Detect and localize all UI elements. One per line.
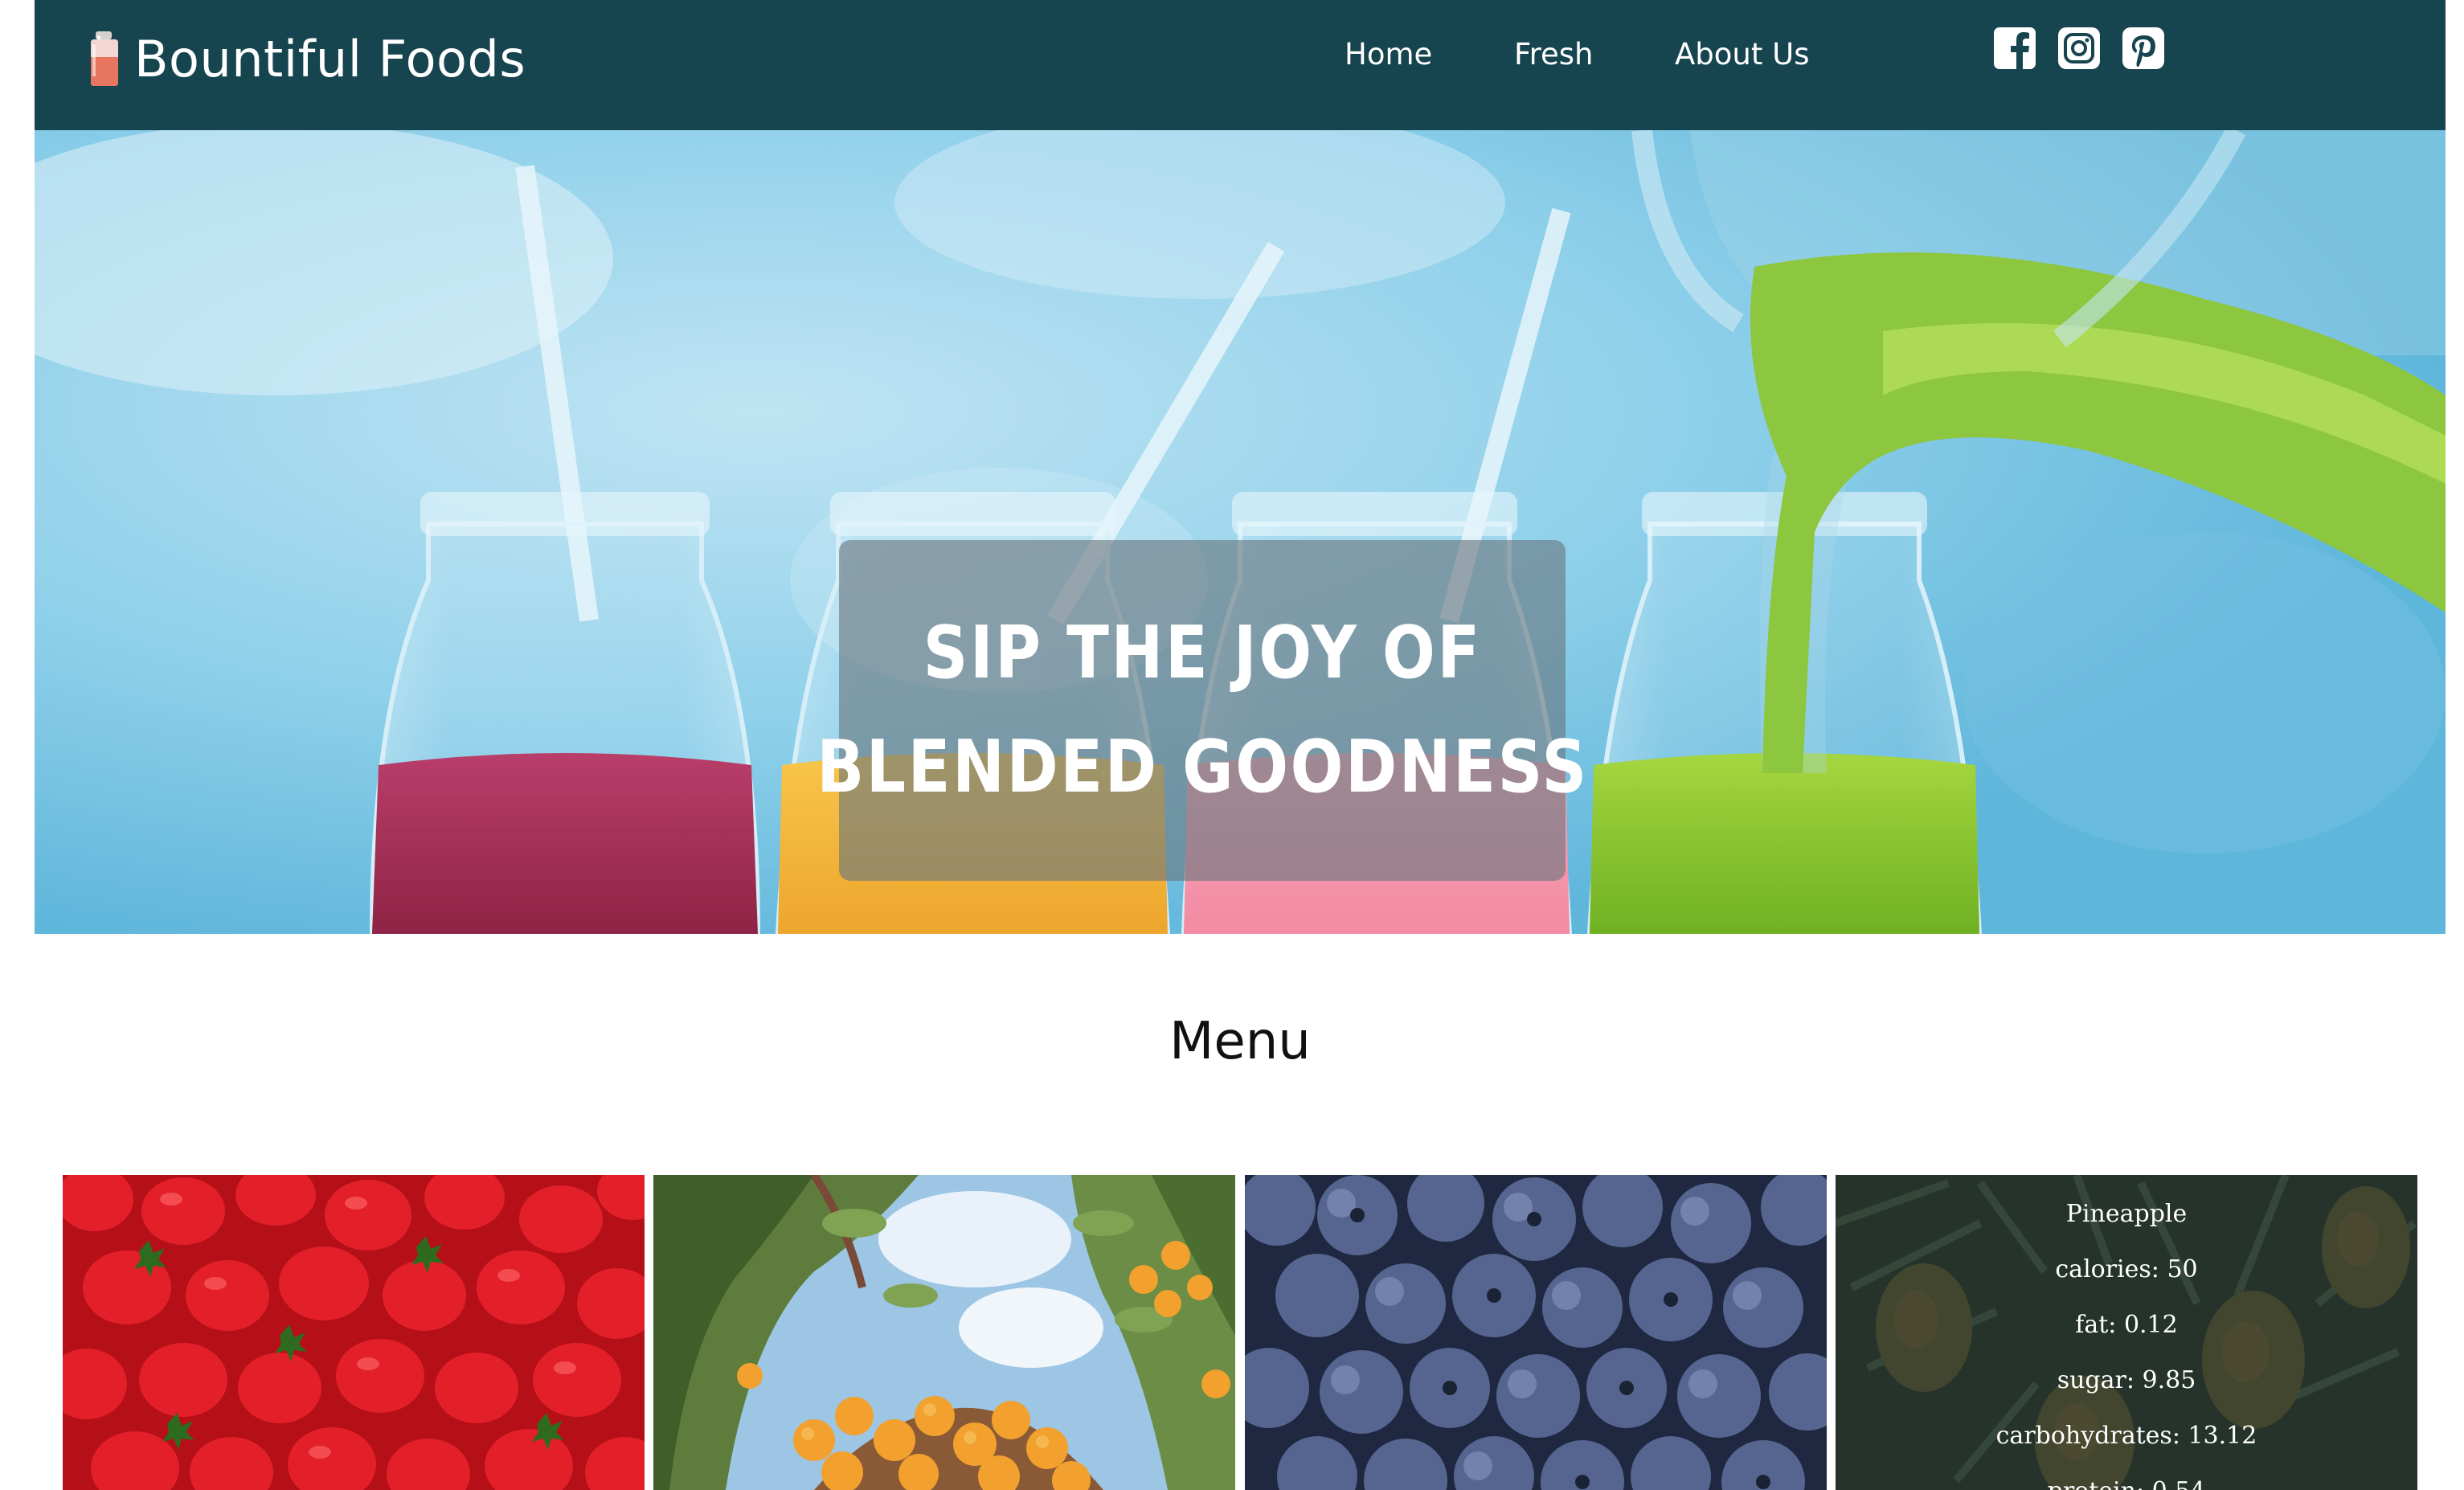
carbohydrates-value: carbohydrates: 13.12	[1995, 1422, 2257, 1450]
page: Bountiful Foods Home Fresh About Us SIP …	[0, 0, 2464, 1490]
pineapple-nutrition-info: Pineapple calories: 50 fat: 0.12 sugar: …	[1836, 1186, 2417, 1490]
hero-headline-card: SIP THE JOY OF BLENDED GOODNESS	[817, 540, 1586, 881]
menu-tile-blueberries[interactable]	[1245, 1175, 1827, 1490]
facebook-icon-graphic	[1994, 27, 2036, 69]
protein-value: protein: 0.54	[1836, 1463, 2417, 1490]
menu-heading: Menu	[1169, 1012, 1311, 1071]
facebook-icon[interactable]	[1994, 27, 2036, 69]
fruit-name: Pineapple	[2065, 1200, 2188, 1228]
hero-banner: SIP THE JOY OF BLENDED GOODNESS	[35, 130, 2446, 934]
nav-link-fresh[interactable]: Fresh	[1514, 32, 1593, 77]
top-navbar: Bountiful Foods Home Fresh About Us	[35, 0, 2446, 130]
menu-tile-apricots[interactable]	[653, 1175, 1235, 1490]
instagram-icon-graphic	[2058, 27, 2100, 69]
menu-tile-strawberries[interactable]	[63, 1175, 645, 1490]
blueberries-image	[1245, 1175, 1827, 1490]
fat-value: fat: 0.12	[2075, 1311, 2178, 1339]
calories-value: calories: 50	[2055, 1255, 2198, 1283]
nav-link-about-us[interactable]: About Us	[1675, 32, 1810, 77]
nav-link-home[interactable]: Home	[1345, 32, 1432, 77]
hero-headline-line-1: SIP THE JOY OF	[923, 611, 1482, 695]
hero-headline-line-2: BLENDED GOODNESS	[816, 725, 1589, 809]
menu-tile-pineapple[interactable]: Pineapple calories: 50 fat: 0.12 sugar: …	[1836, 1175, 2417, 1490]
apricot-tree-image	[653, 1175, 1235, 1490]
pinterest-icon[interactable]	[2122, 27, 2164, 69]
strawberries-image	[63, 1175, 645, 1490]
pinterest-icon-graphic	[2122, 27, 2164, 69]
sugar-value: sugar: 9.85	[2057, 1366, 2196, 1394]
instagram-icon[interactable]	[2058, 27, 2100, 69]
